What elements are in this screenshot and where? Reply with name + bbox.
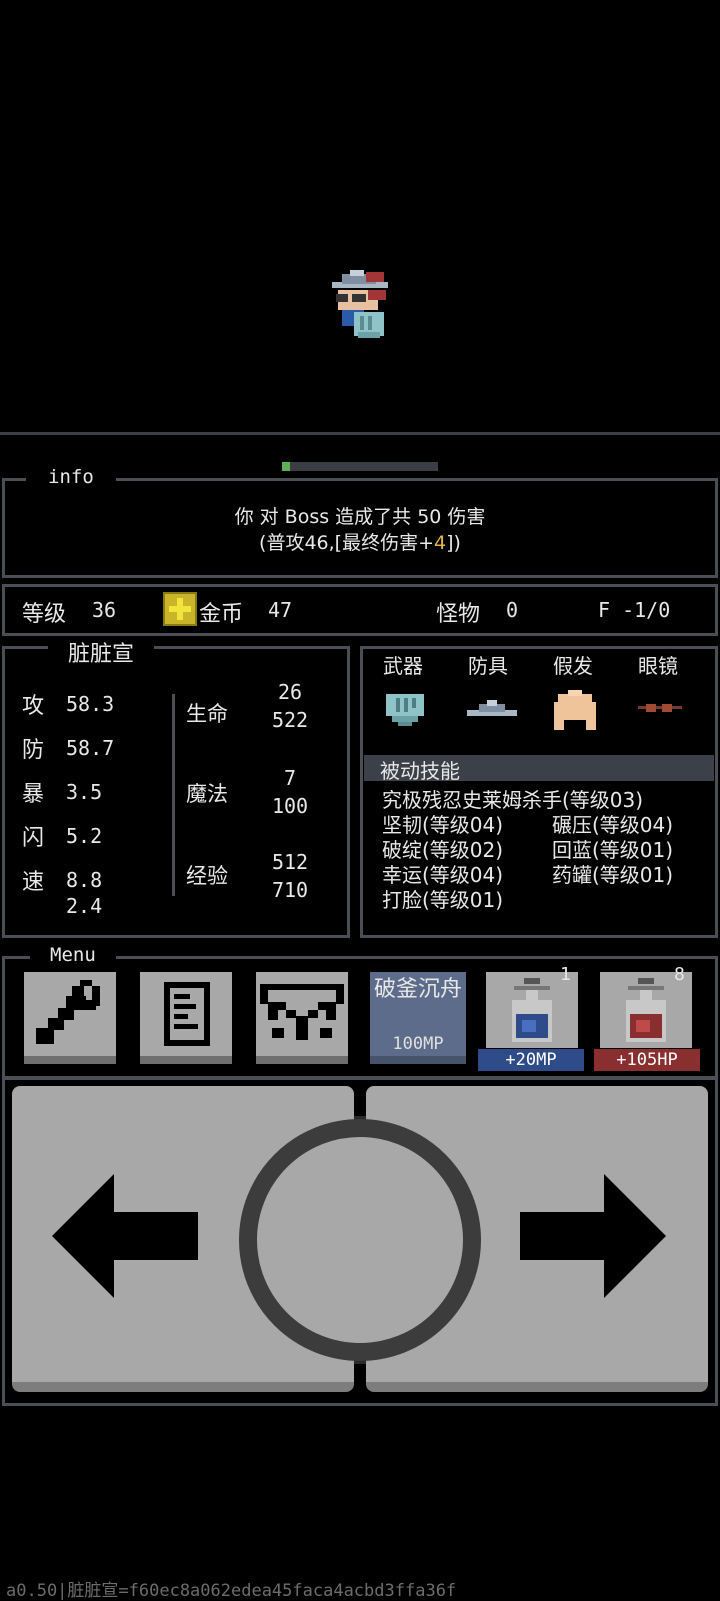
boss-hp-bar (282, 462, 438, 471)
stat-defense-value: 58.7 (66, 736, 115, 760)
menu-title: Menu (30, 944, 116, 966)
stat-attack-label: 攻 (22, 694, 45, 719)
info-message-line2: (普攻46,[最终伤害+4]) (0, 528, 720, 555)
hp-max: 522 (271, 708, 309, 732)
level-value: 36 (92, 598, 117, 622)
equip-slot-glasses-label: 眼镜 (638, 654, 678, 678)
glasses-icon[interactable] (636, 700, 684, 720)
crossbow-icon (260, 984, 344, 1040)
stat-dodge-label: 闪 (22, 826, 45, 851)
info-line2-highlight: 4 (434, 532, 447, 554)
exp-current: 512 (271, 850, 309, 874)
skill-slap: 打脸(等级01) (382, 888, 504, 912)
mp-potion-count: 1 (560, 964, 571, 985)
mp-label: 魔法 (186, 782, 228, 806)
skill-potion: 药罐(等级01) (552, 863, 674, 887)
equip-slot-weapon-label: 武器 (383, 654, 423, 678)
stat-crit-value: 3.5 (66, 780, 103, 804)
coin-label: 金币 (199, 602, 244, 627)
action-button[interactable] (236, 1116, 484, 1364)
equipment-button[interactable] (256, 972, 348, 1064)
info-title: info (26, 466, 116, 488)
gold-coin-icon (163, 592, 197, 626)
hp-current: 26 (277, 680, 303, 704)
skill-button-cost: 100MP (392, 1034, 444, 1054)
stats-separator (172, 694, 175, 896)
hp-potion-count: 8 (674, 964, 685, 985)
stat-attack-value: 58.3 (66, 692, 115, 716)
shield-weapon-icon[interactable] (382, 690, 428, 732)
stat-dodge-value: 5.2 (66, 824, 103, 848)
boss-hp-fill (282, 462, 290, 471)
info-line2-pre: (普攻46,[最终伤害+ (259, 532, 435, 554)
hp-potion-label: +105HP (594, 1049, 700, 1071)
settings-button[interactable] (24, 972, 116, 1064)
equip-slot-armor-label: 防具 (468, 654, 508, 678)
info-message-line1: 你 对 Boss 造成了共 50 伤害 (234, 506, 486, 528)
stat-speed-value2: 2.4 (66, 894, 103, 918)
passive-skills-title: 被动技能 (380, 759, 460, 783)
player-sprite (328, 268, 396, 344)
level-label: 等级 (22, 602, 67, 627)
character-name: 脏脏宣 (48, 636, 155, 668)
skill-button[interactable]: 破釜沉舟 100MP (370, 972, 466, 1064)
hp-label: 生命 (186, 702, 228, 726)
wig-icon[interactable] (552, 688, 598, 736)
mp-max: 100 (271, 794, 309, 818)
screen-divider (0, 432, 720, 435)
wrench-icon (36, 980, 100, 1044)
circle-action-icon (239, 1116, 481, 1364)
stat-defense-label: 防 (22, 738, 45, 763)
coin-value: 47 (268, 598, 293, 622)
monster-value: 0 (506, 598, 519, 622)
log-button[interactable] (140, 972, 232, 1064)
mp-current: 7 (283, 766, 297, 790)
exp-max: 710 (271, 878, 309, 902)
stat-speed-value: 8.8 (66, 868, 103, 892)
equip-slot-wig-label: 假发 (553, 654, 593, 678)
version-hash-footer: a0.50|脏脏宣=f60ec8a062edea45faca4acbd3ffa3… (6, 1581, 457, 1601)
document-icon (164, 982, 210, 1046)
stat-crit-label: 暴 (22, 782, 45, 807)
info-line2-post: ]) (446, 532, 461, 554)
skill-button-name: 破釜沉舟 (373, 977, 462, 1002)
exp-label: 经验 (186, 864, 228, 888)
floor-indicator: F -1/0 (598, 598, 671, 622)
monster-label: 怪物 (436, 602, 481, 627)
mp-potion-label: +20MP (478, 1049, 584, 1071)
stat-speed-label: 速 (22, 870, 45, 895)
hat-armor-icon[interactable] (465, 698, 519, 726)
